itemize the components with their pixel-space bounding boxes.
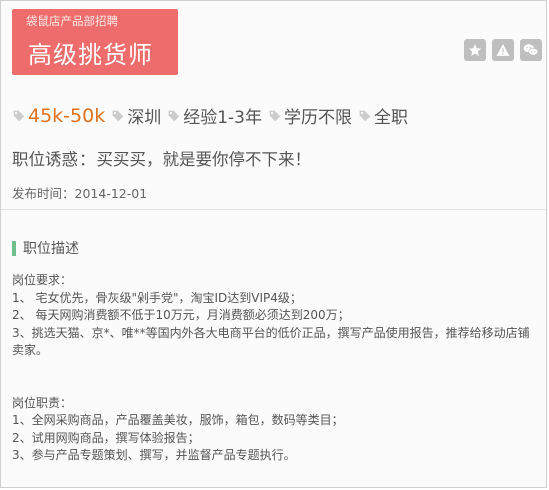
section-heading: 职位描述 <box>12 238 79 258</box>
job-tags: 45k-50k 深圳 经验1-3年 学历不限 全职 <box>12 103 414 128</box>
requirement-item: 1、 宅女优先，骨灰级"剁手党"，淘宝ID达到VIP4级； <box>12 290 302 305</box>
salary-tag: 45k-50k <box>12 105 105 127</box>
tag-icon <box>269 110 281 122</box>
duty-item: 1、全网采购商品，产品覆盖美妆，服饰，箱包，数码等类目； <box>12 413 344 427</box>
wechat-share-button[interactable] <box>520 39 542 61</box>
requirements-heading: 岗位要求： <box>12 273 73 287</box>
experience-text: 经验1-3年 <box>183 108 262 128</box>
warning-icon <box>496 44 510 56</box>
benefit-label: 职位诱惑 <box>12 150 78 169</box>
tag-icon <box>359 110 371 122</box>
section-title: 职位描述 <box>23 241 79 257</box>
tag-icon <box>168 110 180 122</box>
education-tag: 学历不限 <box>268 103 352 128</box>
job-benefit: 职位诱惑：买买买，就是要你停不下来！ <box>12 146 311 170</box>
job-detail-panel: 袋鼠店产品部招聘 高级挑货师 45k-50k 深圳 经验1-3年 学历不限 全职… <box>0 0 547 488</box>
job-type-tag: 全职 <box>358 103 408 128</box>
job-description: 岗位要求： 1、 宅女优先，骨灰级"剁手党"，淘宝ID达到VIP4级； 2、 每… <box>12 272 538 465</box>
requirement-item: 2、 每天网购消费额不低于10万元，月消费额必须达到200万； <box>12 308 350 322</box>
wechat-icon <box>523 44 539 56</box>
location-text: 深圳 <box>127 108 162 128</box>
report-button[interactable] <box>492 39 514 61</box>
requirement-item: 3、挑选天猫、京*、唯**等国内外各大电商平台的低价正品，撰写产品使用报告，推荐… <box>12 325 530 358</box>
location-tag: 深圳 <box>111 103 161 128</box>
tag-icon <box>13 110 25 122</box>
company-department: 袋鼠店产品部招聘 <box>26 14 118 28</box>
post-date-label: 发布时间： <box>12 186 75 201</box>
benefit-text: 买买买，就是要你停不下来！ <box>96 150 312 169</box>
post-date-value: 2014-12-01 <box>74 186 148 201</box>
favorite-button[interactable] <box>464 39 486 61</box>
post-date: 发布时间：2014-12-01 <box>12 183 147 202</box>
salary-text: 45k-50k <box>28 104 106 127</box>
duties-heading: 岗位职责： <box>12 395 73 410</box>
divider <box>1 209 546 210</box>
job-header-banner: 袋鼠店产品部招聘 高级挑货师 <box>12 9 178 75</box>
benefit-separator: ： <box>79 150 96 169</box>
job-type-text: 全职 <box>374 108 408 128</box>
duty-item: 2、试用网购商品，撰写体验报告； <box>12 430 200 445</box>
action-buttons <box>464 39 542 61</box>
tag-icon <box>112 110 124 122</box>
duty-item: 3、参与产品专题策划、撰写，并监督产品专题执行。 <box>12 448 296 462</box>
experience-tag: 经验1-3年 <box>167 103 262 128</box>
section-accent-bar <box>12 240 16 256</box>
star-icon <box>468 44 482 56</box>
job-title: 高级挑货师 <box>28 41 153 69</box>
education-text: 学历不限 <box>284 108 352 128</box>
